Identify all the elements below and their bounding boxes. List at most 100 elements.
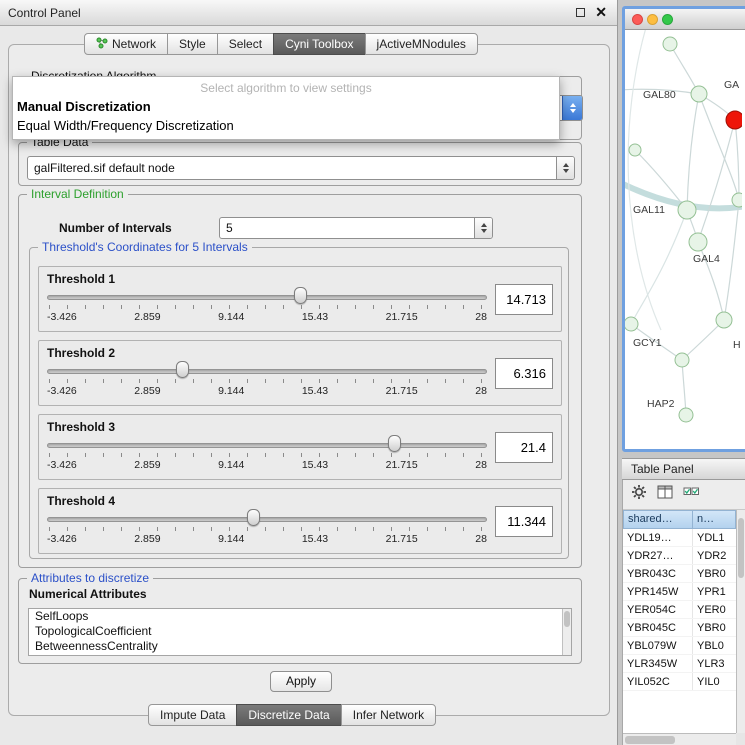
column-header-shared-name[interactable]: shared… bbox=[623, 510, 693, 529]
network-node[interactable] bbox=[625, 317, 638, 331]
network-canvas[interactable]: GAL80GAGAL11GAL4GCY1HAP2H bbox=[625, 30, 745, 449]
scale-label: 2.859 bbox=[134, 459, 160, 471]
list-item[interactable]: TopologicalCoefficient bbox=[29, 624, 571, 639]
combobox-stepper-icon[interactable] bbox=[562, 96, 582, 120]
select-all-columns-icon[interactable] bbox=[683, 486, 700, 504]
number-of-intervals-combobox[interactable]: 5 bbox=[219, 217, 493, 239]
network-window-titlebar[interactable] bbox=[625, 9, 745, 30]
list-scrollbar[interactable] bbox=[562, 609, 571, 655]
apply-button[interactable]: Apply bbox=[270, 671, 332, 692]
table-row[interactable]: YLR345WYLR3 bbox=[623, 655, 736, 673]
network-node[interactable] bbox=[678, 201, 696, 219]
slider-ticks bbox=[49, 305, 485, 309]
table-cell[interactable]: YLR3 bbox=[693, 655, 736, 672]
table-row[interactable]: YBL079WYBL0 bbox=[623, 637, 736, 655]
slider-track[interactable] bbox=[47, 517, 487, 522]
tab-jactivemnodules[interactable]: jActiveMNodules bbox=[365, 33, 478, 55]
table-cell[interactable]: YBL079W bbox=[623, 637, 693, 654]
float-window-icon[interactable] bbox=[576, 8, 585, 17]
scrollbar-thumb[interactable] bbox=[625, 736, 675, 744]
table-row[interactable]: YIL052CYIL0 bbox=[623, 673, 736, 691]
threshold-2-slider[interactable]: -3.4262.8599.14415.4321.71528 bbox=[47, 341, 487, 407]
table-cell[interactable]: YER054C bbox=[623, 601, 693, 618]
mac-close-light-icon[interactable] bbox=[632, 14, 643, 25]
tab-impute-data[interactable]: Impute Data bbox=[148, 704, 237, 726]
network-node[interactable] bbox=[629, 144, 641, 156]
tab-label: Discretize Data bbox=[248, 708, 329, 722]
dropdown-option-equal-width-frequency[interactable]: Equal Width/Frequency Discretization bbox=[13, 116, 559, 135]
list-item[interactable]: BetweennessCentrality bbox=[29, 639, 571, 654]
mac-minimize-light-icon[interactable] bbox=[647, 14, 658, 25]
table-vertical-scrollbar[interactable] bbox=[736, 510, 745, 733]
network-node[interactable] bbox=[689, 233, 707, 251]
network-view-window[interactable]: GAL80GAGAL11GAL4GCY1HAP2H bbox=[622, 6, 745, 452]
table-data-combobox[interactable]: galFiltered.sif default node bbox=[27, 156, 575, 180]
threshold-1-value-field[interactable] bbox=[495, 284, 553, 315]
network-node[interactable] bbox=[716, 312, 732, 328]
slider-thumb[interactable] bbox=[294, 287, 307, 304]
combobox-stepper-icon[interactable] bbox=[474, 218, 492, 238]
table-row[interactable]: YPR145WYPR1 bbox=[623, 583, 736, 601]
table-cell[interactable]: YDL19… bbox=[623, 529, 693, 546]
table-cell[interactable]: YIL0 bbox=[693, 673, 736, 690]
close-icon[interactable]: ✕ bbox=[595, 4, 607, 20]
scrollbar-thumb[interactable] bbox=[564, 611, 570, 627]
table-cell[interactable]: YBR045C bbox=[623, 619, 693, 636]
slider-thumb[interactable] bbox=[388, 435, 401, 452]
network-node[interactable] bbox=[732, 193, 742, 207]
table-row[interactable]: YDL19…YDL1 bbox=[623, 529, 736, 547]
network-node[interactable] bbox=[726, 111, 742, 129]
network-node[interactable] bbox=[663, 37, 677, 51]
table-panel-titlebar[interactable]: Table Panel bbox=[622, 458, 745, 480]
slider-track[interactable] bbox=[47, 369, 487, 374]
threshold-3-value-field[interactable] bbox=[495, 432, 553, 463]
table-cell[interactable]: YER0 bbox=[693, 601, 736, 618]
threshold-3-slider[interactable]: -3.4262.8599.14415.4321.71528 bbox=[47, 415, 487, 481]
network-node[interactable] bbox=[691, 86, 707, 102]
slider-thumb[interactable] bbox=[176, 361, 189, 378]
tab-cyni-toolbox[interactable]: Cyni Toolbox bbox=[273, 33, 365, 55]
dropdown-option-manual-discretization[interactable]: Manual Discretization bbox=[13, 97, 559, 116]
slider-thumb[interactable] bbox=[247, 509, 260, 526]
table-row[interactable]: YDR27…YDR2 bbox=[623, 547, 736, 565]
tab-style[interactable]: Style bbox=[167, 33, 218, 55]
threshold-4-slider[interactable]: -3.4262.8599.14415.4321.71528 bbox=[47, 489, 487, 555]
table-row[interactable]: YER054CYER0 bbox=[623, 601, 736, 619]
control-panel-titlebar[interactable]: Control Panel ✕ bbox=[0, 0, 617, 26]
column-header-name[interactable]: n… bbox=[693, 510, 736, 529]
table-cell[interactable]: YLR345W bbox=[623, 655, 693, 672]
list-item[interactable]: SelfLoops bbox=[29, 609, 571, 624]
tab-infer-network[interactable]: Infer Network bbox=[341, 704, 436, 726]
scale-label: 2.859 bbox=[134, 533, 160, 545]
threshold-2-value-field[interactable] bbox=[495, 358, 553, 389]
show-columns-icon[interactable] bbox=[657, 485, 673, 504]
dropdown-placeholder-option[interactable]: Select algorithm to view settings bbox=[13, 77, 559, 97]
tab-network[interactable]: Network bbox=[84, 33, 168, 55]
combobox-stepper-icon[interactable] bbox=[556, 157, 574, 179]
threshold-4-value-field[interactable] bbox=[495, 506, 553, 537]
mac-zoom-light-icon[interactable] bbox=[662, 14, 673, 25]
network-node[interactable] bbox=[675, 353, 689, 367]
numerical-attributes-list[interactable]: SelfLoops TopologicalCoefficient Between… bbox=[28, 608, 572, 656]
gear-icon[interactable] bbox=[631, 484, 647, 505]
table-cell[interactable]: YIL052C bbox=[623, 673, 693, 690]
table-cell[interactable]: YDL1 bbox=[693, 529, 736, 546]
table-cell[interactable]: YDR2 bbox=[693, 547, 736, 564]
table-cell[interactable]: YBL0 bbox=[693, 637, 736, 654]
threshold-1-slider[interactable]: -3.4262.8599.14415.4321.71528 bbox=[47, 267, 487, 333]
table-horizontal-scrollbar[interactable] bbox=[623, 733, 736, 745]
tab-discretize-data[interactable]: Discretize Data bbox=[236, 704, 341, 726]
table-cell[interactable]: YDR27… bbox=[623, 547, 693, 564]
table-cell[interactable]: YPR145W bbox=[623, 583, 693, 600]
table-row[interactable]: YBR045CYBR0 bbox=[623, 619, 736, 637]
table-row[interactable]: YBR043CYBR0 bbox=[623, 565, 736, 583]
table-cell[interactable]: YBR0 bbox=[693, 565, 736, 582]
scrollbar-thumb[interactable] bbox=[738, 518, 744, 578]
slider-track[interactable] bbox=[47, 295, 487, 300]
tab-select[interactable]: Select bbox=[217, 33, 274, 55]
table-cell[interactable]: YPR1 bbox=[693, 583, 736, 600]
table-cell[interactable]: YBR0 bbox=[693, 619, 736, 636]
slider-track[interactable] bbox=[47, 443, 487, 448]
network-node[interactable] bbox=[679, 408, 693, 422]
table-cell[interactable]: YBR043C bbox=[623, 565, 693, 582]
